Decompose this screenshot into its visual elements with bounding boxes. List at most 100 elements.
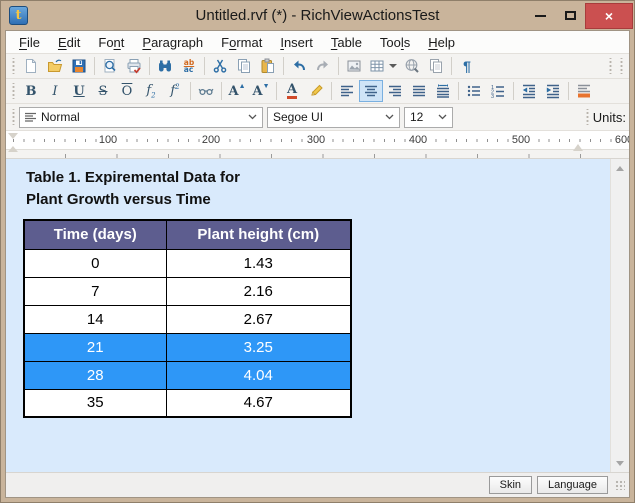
insert-table-icon	[369, 58, 385, 74]
table-header-cell[interactable]: Time (days)	[24, 220, 166, 249]
minimize-button[interactable]	[525, 3, 555, 29]
justify-last-button[interactable]	[431, 80, 455, 102]
maximize-button[interactable]	[555, 3, 585, 29]
strikethrough-button[interactable]: S	[91, 80, 115, 102]
table-cell[interactable]: 4.67	[166, 389, 351, 417]
insert-document-button[interactable]	[424, 55, 448, 77]
insert-hyperlink-button[interactable]	[400, 55, 424, 77]
toolbar-gripper[interactable]	[11, 109, 16, 125]
language-button[interactable]: Language	[537, 476, 608, 494]
table-cell[interactable]: 4.04	[166, 361, 351, 389]
paste-button[interactable]	[256, 55, 280, 77]
menu-table[interactable]: Table	[322, 33, 371, 52]
scroll-up-button[interactable]	[611, 159, 630, 176]
table-cell[interactable]: 2.67	[166, 305, 351, 333]
text-highlight-button[interactable]	[304, 80, 328, 102]
show-paragraph-marks-button[interactable]: ¶	[455, 55, 479, 77]
toolbar-gripper[interactable]	[608, 58, 613, 74]
menu-format[interactable]: Format	[212, 33, 271, 52]
toolbar-gripper[interactable]	[11, 83, 16, 99]
align-right-button[interactable]	[383, 80, 407, 102]
scroll-down-button[interactable]	[611, 455, 630, 472]
table-cell[interactable]: 35	[24, 389, 166, 417]
menu-edit[interactable]: Edit	[49, 33, 89, 52]
insert-image-button[interactable]	[342, 55, 366, 77]
italic-icon: I	[52, 84, 57, 99]
insert-table-button[interactable]	[366, 55, 400, 77]
table-caption-line2[interactable]: Plant Growth versus Time	[26, 189, 610, 211]
save-file-button[interactable]	[67, 55, 91, 77]
toolbar-separator	[331, 82, 332, 100]
paragraph-style-combo[interactable]: Normal	[19, 107, 263, 128]
grow-font-button[interactable]: A▲	[225, 80, 249, 102]
superscript-button[interactable]: f2	[163, 80, 187, 102]
insert-hyperlink-icon	[404, 58, 420, 74]
paragraph-background-button[interactable]	[572, 80, 596, 102]
table-cell[interactable]: 14	[24, 305, 166, 333]
justify-button[interactable]	[407, 80, 431, 102]
redo-icon	[315, 58, 331, 74]
decrease-indent-button[interactable]	[517, 80, 541, 102]
table-cell[interactable]: 0	[24, 249, 166, 277]
underline-icon: U	[73, 84, 84, 99]
undo-button[interactable]	[287, 55, 311, 77]
vertical-scrollbar[interactable]	[610, 159, 629, 472]
redo-button[interactable]	[311, 55, 335, 77]
toolbar-gripper[interactable]	[619, 58, 624, 74]
toolbar-separator	[190, 82, 191, 100]
replace-button[interactable]: abac	[177, 55, 201, 77]
shrink-font-button[interactable]: A▼	[249, 80, 273, 102]
table-cell[interactable]: 1.43	[166, 249, 351, 277]
skin-button[interactable]: Skin	[489, 476, 532, 494]
font-color-button[interactable]: A	[280, 80, 304, 102]
resize-grip[interactable]	[615, 480, 625, 490]
underline-button[interactable]: U	[67, 80, 91, 102]
toolbar-separator	[338, 57, 339, 75]
menu-tools[interactable]: Tools	[371, 33, 419, 52]
table-cell[interactable]: 3.25	[166, 333, 351, 361]
justify-icon	[411, 83, 427, 99]
align-center-button[interactable]	[359, 80, 383, 102]
save-file-icon	[71, 58, 87, 74]
overline-button[interactable]: O	[115, 80, 139, 102]
new-document-button[interactable]	[19, 55, 43, 77]
readability-button[interactable]	[194, 80, 218, 102]
print-button[interactable]	[122, 55, 146, 77]
table-header-cell[interactable]: Plant height (cm)	[166, 220, 351, 249]
close-button[interactable]: ×	[585, 3, 633, 29]
italic-button[interactable]: I	[43, 80, 67, 102]
table-cell[interactable]: 28	[24, 361, 166, 389]
table-caption-line1[interactable]: Table 1. Expiremental Data for	[26, 167, 610, 189]
menu-font[interactable]: Font	[89, 33, 133, 52]
find-button[interactable]	[153, 55, 177, 77]
font-name-combo[interactable]: Segoe UI	[267, 107, 400, 128]
increase-indent-button[interactable]	[541, 80, 565, 102]
menu-file[interactable]: File	[10, 33, 49, 52]
ruler-track[interactable]: 100200300400500600	[6, 131, 629, 150]
numbered-list-button[interactable]: 123	[486, 80, 510, 102]
strikethrough-icon: S	[99, 84, 108, 99]
open-file-button[interactable]	[43, 55, 67, 77]
cut-button[interactable]	[208, 55, 232, 77]
table-cell[interactable]: 2.16	[166, 277, 351, 305]
zoom-find-button[interactable]	[98, 55, 122, 77]
toolbar-separator	[568, 82, 569, 100]
overline-icon: O	[122, 84, 133, 99]
document-canvas[interactable]: Table 1. Expiremental Data for Plant Gro…	[6, 159, 610, 472]
font-size-combo[interactable]: 12	[404, 107, 453, 128]
superscript-icon: f2	[170, 83, 179, 98]
menu-insert[interactable]: Insert	[271, 33, 322, 52]
print-icon	[126, 58, 142, 74]
bold-button[interactable]: B	[19, 80, 43, 102]
copy-button[interactable]	[232, 55, 256, 77]
menu-help[interactable]: Help	[419, 33, 464, 52]
subscript-button[interactable]: f2	[139, 80, 163, 102]
toolbar-gripper[interactable]	[585, 109, 590, 125]
menu-paragraph[interactable]: Paragraph	[133, 33, 212, 52]
toolbar-gripper[interactable]	[11, 58, 16, 74]
table-cell[interactable]: 21	[24, 333, 166, 361]
table-cell[interactable]: 7	[24, 277, 166, 305]
align-left-button[interactable]	[335, 80, 359, 102]
arrow-up-icon	[616, 162, 624, 171]
bullet-list-button[interactable]	[462, 80, 486, 102]
